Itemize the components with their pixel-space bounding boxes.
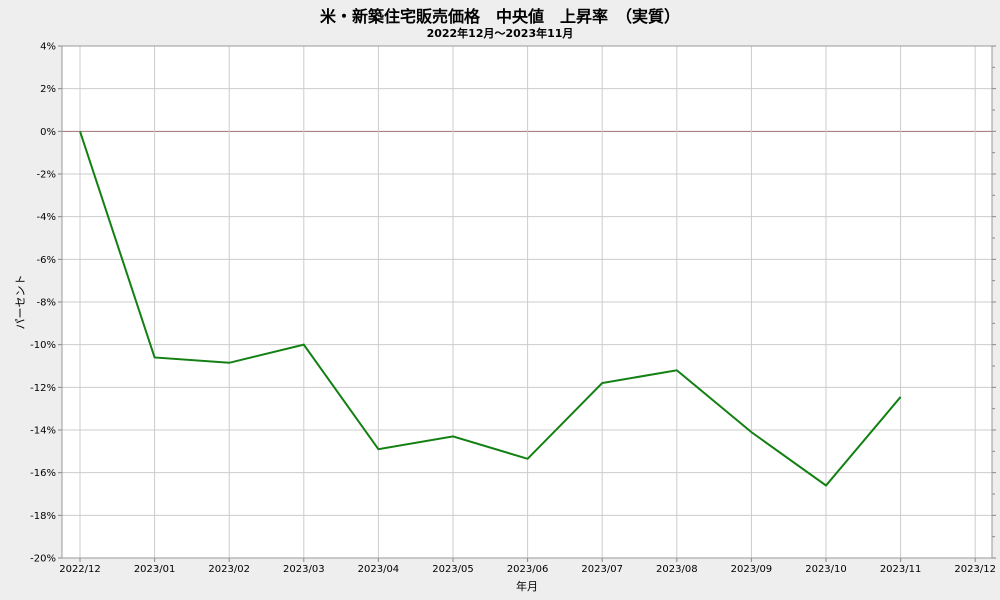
x-tick-label: 2023/08 [656,564,698,575]
x-tick-label: 2023/05 [432,564,474,575]
y-tick-label: 4% [40,42,56,53]
y-tick-label: -4% [37,212,56,223]
x-tick-label: 2022/12 [59,564,101,575]
line-chart: 4% 2% 0% -2% -4% -6% -8% -10% -12% -14% -16% -18% -2… [14,42,996,593]
x-tick-label: 2023/11 [880,564,922,575]
y-axis-title: パーセント [14,275,27,330]
y-tick-label: -20% [30,554,56,565]
x-tick-label: 2023/04 [358,564,400,575]
y-tick-label: 0% [40,127,56,138]
y-tick-label: 2% [40,84,56,95]
y-tick-label: -2% [37,170,56,181]
x-tick-label: 2023/01 [134,564,176,575]
y-tick-label: -6% [37,255,56,266]
y-tick-label: -12% [30,383,56,394]
y-tick-labels: 4% 2% 0% -2% -4% -6% -8% -10% -12% -14% -16% -18% -2… [30,42,56,565]
x-tick-label: 2023/02 [208,564,250,575]
y-tick-label: -18% [30,511,56,522]
x-tick-label: 2023/09 [731,564,773,575]
y-tick-label: -16% [30,468,56,479]
y-tick-label: -8% [37,298,56,309]
x-tick-label: 2023/12 [954,564,996,575]
x-tick-label: 2023/07 [581,564,623,575]
x-tick-label: 2023/10 [805,564,847,575]
x-tick-labels: 2022/12 2023/01 2023/02 2023/03 2023/04 2023/… [59,564,996,575]
x-tick-label: 2023/03 [283,564,325,575]
y-tick-label: -10% [30,340,56,351]
x-axis-title: 年月 [516,579,538,593]
x-tick-label: 2023/06 [507,564,549,575]
y-tick-label: -14% [30,426,56,437]
